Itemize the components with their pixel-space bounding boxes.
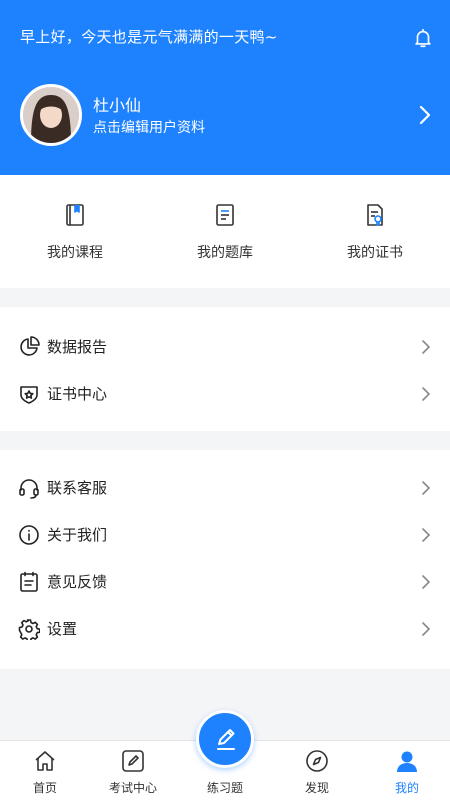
menu-item-label: 数据报告 (47, 338, 108, 356)
menu-item-label: 证书中心 (47, 385, 108, 403)
tab-label: 考试中心 (108, 781, 157, 795)
chevron-right-icon[interactable] (418, 104, 432, 126)
tab-label: 我的 (394, 781, 419, 795)
my-courses-button[interactable]: 我的课程 (0, 175, 150, 288)
tab-home[interactable]: 首页 (0, 741, 90, 800)
tab-discover[interactable]: 发现 (272, 741, 362, 800)
menu-item-label: 关于我们 (47, 526, 108, 544)
menu-item-certificate-center[interactable]: 证书中心 (0, 370, 450, 417)
my-question-bank-label: 我的题库 (197, 245, 253, 261)
tab-label: 练习题 (206, 781, 243, 795)
username[interactable]: 杜小仙 (93, 92, 141, 116)
menu-item-label: 设置 (47, 620, 78, 638)
tab-label: 首页 (32, 781, 57, 795)
chevron-right-icon (422, 575, 431, 589)
tab-label: 发现 (304, 781, 329, 795)
shield-star-icon (20, 386, 38, 404)
tab-mine[interactable]: 我的 (362, 741, 450, 800)
my-courses-label: 我的课程 (47, 245, 103, 261)
pie-chart-icon (20, 336, 40, 356)
avatar[interactable] (20, 84, 82, 146)
menu-item-settings[interactable]: 设置 (0, 605, 450, 652)
menu-item-label: 联系客服 (47, 479, 108, 497)
chevron-right-icon (422, 387, 431, 401)
menu-item-label: 意见反馈 (47, 573, 108, 591)
headset-icon (19, 479, 39, 499)
menu-item-about-us[interactable]: 关于我们 (0, 511, 450, 558)
greeting-text: 早上好，今天也是元气满满的一天鸭~ (20, 28, 278, 46)
tab-exam-center[interactable]: 考试中心 (88, 741, 178, 800)
certificate-doc-icon (367, 204, 383, 226)
bell-icon[interactable] (412, 27, 434, 49)
feedback-icon (20, 571, 38, 592)
my-certificates-label: 我的证书 (347, 245, 403, 261)
gear-icon (18, 619, 40, 640)
chevron-right-icon (422, 622, 431, 636)
practice-fab-button[interactable] (196, 710, 254, 768)
user-icon (397, 751, 417, 772)
menu-item-contact-support[interactable]: 联系客服 (0, 464, 450, 511)
compass-icon (306, 750, 328, 772)
bookmark-book-icon (66, 204, 84, 226)
exam-pen-icon (122, 750, 144, 772)
chevron-right-icon (422, 481, 431, 495)
menu-item-feedback[interactable]: 意见反馈 (0, 558, 450, 605)
my-question-bank-button[interactable]: 我的题库 (150, 175, 300, 288)
profile-header: 早上好，今天也是元气满满的一天鸭~ 杜小仙 点击编辑用户资料 (0, 0, 450, 175)
menu-group-support: 联系客服 关于我们 意见反馈 设置 (0, 450, 450, 669)
my-certificates-button[interactable]: 我的证书 (300, 175, 450, 288)
info-icon (19, 525, 39, 545)
menu-group-reports: 数据报告 证书中心 (0, 307, 450, 431)
question-bank-icon (216, 204, 234, 226)
chevron-right-icon (422, 340, 431, 354)
pencil-icon (217, 729, 235, 750)
quick-actions: 我的课程 我的题库 我的证书 (0, 175, 450, 288)
home-icon (35, 751, 55, 771)
edit-profile-link[interactable]: 点击编辑用户资料 (93, 117, 205, 137)
chevron-right-icon (422, 528, 431, 542)
avatar-photo (23, 87, 79, 143)
menu-item-data-report[interactable]: 数据报告 (0, 323, 450, 370)
